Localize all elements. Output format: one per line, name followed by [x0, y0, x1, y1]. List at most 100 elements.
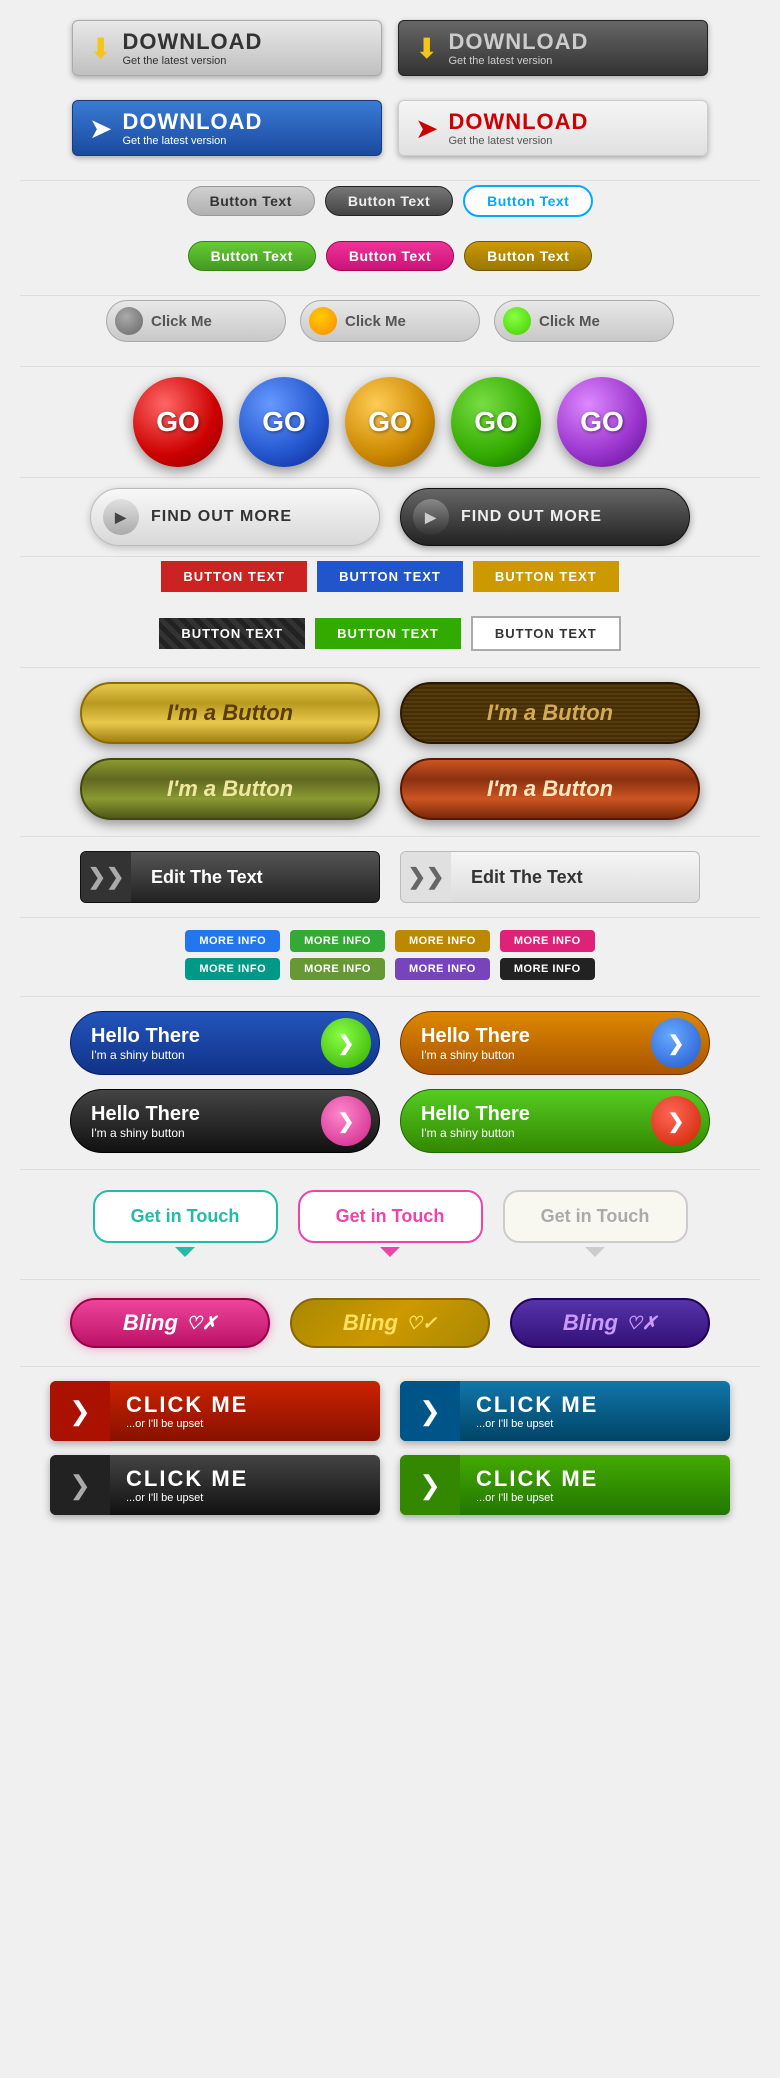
edit-text-light[interactable]: ❯❯ Edit The Text [400, 851, 700, 903]
download-title: DOWNLOAD [448, 109, 588, 135]
go-ball-purple[interactable]: GO [557, 377, 647, 467]
more-info-blue[interactable]: MORE INFO [185, 930, 280, 952]
more-info-gold[interactable]: MORE INFO [395, 930, 490, 952]
click-circle-green [503, 307, 531, 335]
go-ball-red[interactable]: GO [133, 377, 223, 467]
download-subtitle: Get the latest version [448, 55, 588, 67]
hello-sub: I'm a shiny button [421, 1126, 530, 1140]
download-arrow-icon: ➤ [89, 112, 112, 145]
click-me-sub-label: ...or I'll be upset [126, 1418, 364, 1430]
click-circle-gray [115, 307, 143, 335]
more-info-pink[interactable]: MORE INFO [500, 930, 595, 952]
bling-gold[interactable]: Bling ♡✓ [290, 1298, 490, 1348]
download-blue-btn[interactable]: ➤ DOWNLOAD Get the latest version [72, 100, 382, 156]
download-title: DOWNLOAD [122, 29, 262, 55]
click-me-gray-btn[interactable]: Click Me [106, 300, 286, 342]
edit-text-label: Edit The Text [131, 867, 283, 888]
shiny-arrow-icon: ❯ [651, 1018, 701, 1068]
download-arrow-icon: ⬇ [89, 32, 112, 65]
edit-text-dark[interactable]: ❯❯ Edit The Text [80, 851, 380, 903]
find-out-more-label: FIND OUT MORE [461, 508, 602, 526]
click-me-sub-label: ...or I'll be upset [476, 1418, 714, 1430]
download-subtitle: Get the latest version [122, 135, 262, 147]
click-me-upper-label: CLICK ME [476, 1392, 714, 1418]
more-info-teal[interactable]: MORE INFO [185, 958, 280, 980]
click-me-teal[interactable]: ❯ CLICK ME ...or I'll be upset [400, 1381, 730, 1441]
click-circle-orange [309, 307, 337, 335]
get-in-touch-light[interactable]: Get in Touch [503, 1190, 688, 1243]
click-arrow-icon: ❯ [400, 1455, 460, 1515]
im-a-button-gold[interactable]: I'm a Button [80, 682, 380, 744]
shiny-arrow-icon: ❯ [321, 1096, 371, 1146]
click-me-black[interactable]: ❯ CLICK ME ...or I'll be upset [50, 1455, 380, 1515]
rect-button-stripe[interactable]: BUTTON TEXT [159, 618, 305, 649]
more-info-black[interactable]: MORE INFO [500, 958, 595, 980]
click-me-upper-label: CLICK ME [126, 1392, 364, 1418]
button-text-dark[interactable]: Button Text [325, 186, 453, 216]
rect-button-outline[interactable]: BUTTON TEXT [471, 616, 621, 651]
click-me-green[interactable]: ❯ CLICK ME ...or I'll be upset [400, 1455, 730, 1515]
hello-title: Hello There [91, 1025, 200, 1048]
find-play-icon: ▶ [103, 499, 139, 535]
hello-there-black[interactable]: Hello There I'm a shiny button ❯ [70, 1089, 380, 1153]
download-red-btn[interactable]: ➤ DOWNLOAD Get the latest version [398, 100, 708, 156]
click-me-label: Click Me [539, 313, 600, 330]
hello-sub: I'm a shiny button [91, 1048, 200, 1062]
get-in-touch-teal[interactable]: Get in Touch [93, 1190, 278, 1243]
button-text-blue[interactable]: Button Text [463, 185, 593, 217]
hello-there-blue[interactable]: Hello There I'm a shiny button ❯ [70, 1011, 380, 1075]
find-out-more-dark[interactable]: ▶ FIND OUT MORE [400, 488, 690, 546]
button-text-gray[interactable]: Button Text [187, 186, 315, 216]
bling-label: Bling [563, 1310, 618, 1336]
rect-button-green[interactable]: BUTTON TEXT [315, 618, 461, 649]
click-me-orange-btn[interactable]: Click Me [300, 300, 480, 342]
click-me-red[interactable]: ❯ CLICK ME ...or I'll be upset [50, 1381, 380, 1441]
bling-label: Bling [123, 1310, 178, 1336]
hello-sub: I'm a shiny button [91, 1126, 200, 1140]
hello-sub: I'm a shiny button [421, 1048, 530, 1062]
button-text-gold[interactable]: Button Text [464, 241, 592, 271]
click-arrow-icon: ❯ [50, 1381, 110, 1441]
download-arrow-icon: ⬇ [415, 32, 438, 65]
download-title: DOWNLOAD [448, 29, 588, 55]
click-me-sub-label: ...or I'll be upset [126, 1492, 364, 1504]
bling-pink[interactable]: Bling ♡✗ [70, 1298, 270, 1348]
im-a-button-dark[interactable]: I'm a Button [400, 682, 700, 744]
hello-title: Hello There [421, 1025, 530, 1048]
hello-title: Hello There [91, 1103, 200, 1126]
go-ball-green[interactable]: GO [451, 377, 541, 467]
click-arrow-icon: ❯ [400, 1381, 460, 1441]
go-ball-blue[interactable]: GO [239, 377, 329, 467]
button-text-pink[interactable]: Button Text [326, 241, 454, 271]
get-in-touch-pink[interactable]: Get in Touch [298, 1190, 483, 1243]
download-subtitle: Get the latest version [448, 135, 588, 147]
im-a-button-olive[interactable]: I'm a Button [80, 758, 380, 820]
hello-there-green[interactable]: Hello There I'm a shiny button ❯ [400, 1089, 710, 1153]
go-ball-gold[interactable]: GO [345, 377, 435, 467]
bling-heart-icon: ♡✗ [186, 1313, 217, 1334]
im-a-button-brown[interactable]: I'm a Button [400, 758, 700, 820]
rect-button-red[interactable]: BUTTON TEXT [161, 561, 307, 592]
find-out-more-light[interactable]: ▶ FIND OUT MORE [90, 488, 380, 546]
download-silver-btn[interactable]: ⬇ DOWNLOAD Get the latest version [72, 20, 382, 76]
more-info-olive[interactable]: MORE INFO [290, 958, 385, 980]
download-arrow-icon: ➤ [415, 112, 438, 145]
click-me-upper-label: CLICK ME [126, 1466, 364, 1492]
more-info-green[interactable]: MORE INFO [290, 930, 385, 952]
edit-arrow-icon: ❯❯ [401, 852, 451, 902]
click-me-upper-label: CLICK ME [476, 1466, 714, 1492]
bling-purple[interactable]: Bling ♡✗ [510, 1298, 710, 1348]
download-dark-btn[interactable]: ⬇ DOWNLOAD Get the latest version [398, 20, 708, 76]
more-info-purple[interactable]: MORE INFO [395, 958, 490, 980]
button-text-green[interactable]: Button Text [188, 241, 316, 271]
rect-button-blue[interactable]: BUTTON TEXT [317, 561, 463, 592]
click-me-green-btn[interactable]: Click Me [494, 300, 674, 342]
shiny-arrow-icon: ❯ [651, 1096, 701, 1146]
rect-button-gold[interactable]: BUTTON TEXT [473, 561, 619, 592]
bling-heart-icon: ♡✗ [626, 1313, 657, 1334]
click-me-label: Click Me [345, 313, 406, 330]
download-subtitle: Get the latest version [122, 55, 262, 67]
hello-title: Hello There [421, 1103, 530, 1126]
hello-there-orange[interactable]: Hello There I'm a shiny button ❯ [400, 1011, 710, 1075]
click-me-label: Click Me [151, 313, 212, 330]
